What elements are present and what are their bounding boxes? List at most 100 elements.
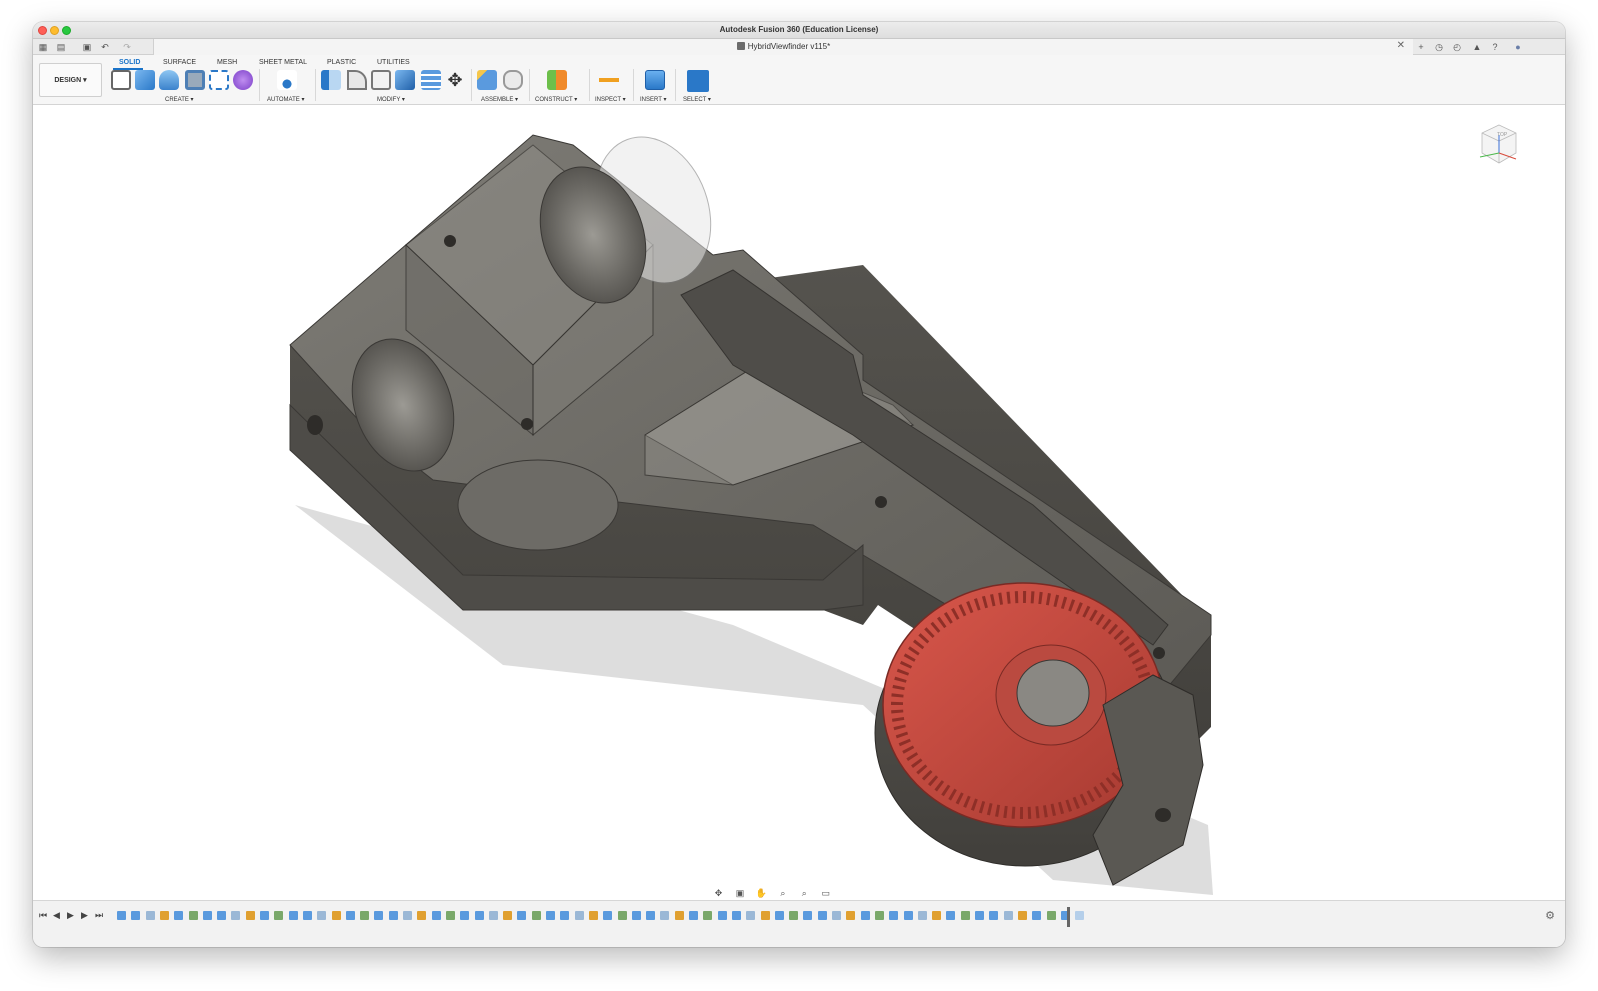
timeline-feature[interactable]: [1046, 911, 1056, 920]
timeline-feature[interactable]: [231, 911, 241, 920]
timeline-feature[interactable]: [131, 911, 141, 920]
timeline-feature[interactable]: [202, 911, 212, 920]
create-sketch-icon[interactable]: [111, 70, 131, 90]
form-icon[interactable]: [233, 70, 253, 90]
file-icon[interactable]: ▤: [55, 41, 67, 53]
measure-icon[interactable]: [599, 70, 619, 90]
document-tab[interactable]: HybridViewfinder v115* ✕: [153, 39, 1413, 55]
job-status-icon[interactable]: ◴: [1451, 41, 1463, 53]
model-canvas[interactable]: [33, 105, 1565, 900]
timeline-track[interactable]: [117, 911, 1097, 923]
insert-image-icon[interactable]: [645, 70, 665, 90]
timeline-feature[interactable]: [217, 911, 227, 920]
timeline-feature[interactable]: [617, 911, 627, 920]
timeline-feature[interactable]: [603, 911, 613, 920]
timeline-feature[interactable]: [345, 911, 355, 920]
fillet-icon[interactable]: [347, 70, 367, 90]
timeline-feature[interactable]: [631, 911, 641, 920]
timeline-feature[interactable]: [360, 911, 370, 920]
inspect-group-label[interactable]: INSPECT ▾: [595, 96, 626, 103]
save-icon[interactable]: ▣: [81, 41, 93, 53]
orbit-icon[interactable]: ✥: [713, 888, 724, 898]
timeline-feature[interactable]: [317, 911, 327, 920]
timeline-feature[interactable]: [159, 911, 169, 920]
tab-sheet-metal[interactable]: SHEET METAL: [259, 59, 307, 66]
zoom-icon[interactable]: ⌕: [777, 888, 788, 898]
tab-surface[interactable]: SURFACE: [163, 59, 196, 66]
timeline-feature[interactable]: [1075, 911, 1085, 920]
online-status-icon[interactable]: ◷: [1433, 41, 1445, 53]
look-at-icon[interactable]: ▣: [734, 888, 745, 898]
combine-icon[interactable]: [395, 70, 415, 90]
select-group-label[interactable]: SELECT ▾: [683, 96, 711, 103]
offset-plane-icon[interactable]: [547, 70, 567, 90]
joint-icon[interactable]: [503, 70, 523, 90]
timeline-feature[interactable]: [174, 911, 184, 920]
timeline-feature[interactable]: [889, 911, 899, 920]
timeline-feature[interactable]: [403, 911, 412, 920]
fit-icon[interactable]: ⌕: [799, 888, 810, 898]
timeline-feature[interactable]: [574, 911, 584, 920]
hole-icon[interactable]: [185, 70, 205, 90]
timeline-feature[interactable]: [774, 911, 784, 920]
timeline-feature[interactable]: [731, 911, 741, 920]
timeline-feature[interactable]: [874, 911, 884, 920]
timeline-feature[interactable]: [917, 911, 927, 920]
tab-utilities[interactable]: UTILITIES: [377, 59, 410, 66]
timeline-feature[interactable]: [846, 911, 856, 920]
press-pull-icon[interactable]: [321, 70, 341, 90]
timeline-feature[interactable]: [560, 911, 570, 920]
timeline-feature[interactable]: [388, 911, 398, 920]
timeline-settings-icon[interactable]: ⚙: [1545, 909, 1555, 922]
timeline-feature[interactable]: [460, 911, 470, 920]
timeline-feature[interactable]: [674, 911, 684, 920]
construct-group-label[interactable]: CONSTRUCT ▾: [535, 96, 577, 103]
timeline-feature[interactable]: [989, 911, 999, 920]
timeline-feature[interactable]: [746, 911, 756, 920]
timeline-feature[interactable]: [660, 911, 670, 920]
timeline-feature[interactable]: [946, 911, 956, 920]
pan-icon[interactable]: ✋: [756, 888, 767, 898]
timeline-feature[interactable]: [445, 911, 455, 920]
timeline-feature[interactable]: [488, 911, 498, 920]
timeline-feature[interactable]: [531, 911, 541, 920]
timeline-feature[interactable]: [860, 911, 870, 920]
revolve-icon[interactable]: [159, 70, 179, 90]
extrude-icon[interactable]: [135, 70, 155, 90]
timeline-feature[interactable]: [817, 911, 827, 920]
tab-plastic[interactable]: PLASTIC: [327, 59, 356, 66]
assemble-group-label[interactable]: ASSEMBLE ▾: [481, 96, 518, 103]
timeline-feature[interactable]: [717, 911, 727, 920]
timeline-feature[interactable]: [260, 911, 269, 920]
move-icon[interactable]: ✥: [445, 70, 465, 90]
new-component-icon[interactable]: [477, 70, 497, 90]
timeline-last-icon[interactable]: ⏭: [95, 910, 103, 921]
timeline-feature[interactable]: [546, 911, 555, 920]
redo-icon[interactable]: ↷: [121, 41, 133, 53]
timeline-feature[interactable]: [703, 911, 713, 920]
timeline-feature[interactable]: [932, 911, 942, 920]
timeline-next-icon[interactable]: ▶: [81, 910, 88, 921]
3d-viewport[interactable]: TOP ✥ ▣ ✋ ⌕ ⌕ ▭ ▦ ▤: [33, 105, 1565, 900]
automate-icon[interactable]: [277, 70, 297, 90]
timeline-feature[interactable]: [1003, 911, 1013, 920]
timeline-feature[interactable]: [832, 911, 841, 920]
timeline-feature[interactable]: [503, 911, 513, 920]
workspace-switcher[interactable]: DESIGN ▾: [39, 63, 102, 97]
pattern-icon[interactable]: [209, 70, 229, 90]
insert-group-label[interactable]: INSERT ▾: [640, 96, 666, 103]
timeline-feature[interactable]: [517, 911, 527, 920]
automate-group-label[interactable]: AUTOMATE ▾: [267, 96, 304, 103]
view-cube[interactable]: TOP: [1476, 121, 1522, 167]
timeline-feature[interactable]: [474, 911, 484, 920]
timeline-feature[interactable]: [646, 911, 656, 920]
timeline-feature[interactable]: [302, 911, 312, 920]
timeline-feature[interactable]: [117, 911, 126, 920]
timeline-feature[interactable]: [417, 911, 427, 920]
timeline-feature[interactable]: [288, 911, 298, 920]
notifications-icon[interactable]: ▲: [1471, 41, 1483, 53]
timeline-feature[interactable]: [431, 911, 441, 920]
timeline-feature[interactable]: [789, 911, 799, 920]
close-tab-icon[interactable]: ✕: [1397, 40, 1405, 51]
timeline-feature[interactable]: [588, 911, 598, 920]
